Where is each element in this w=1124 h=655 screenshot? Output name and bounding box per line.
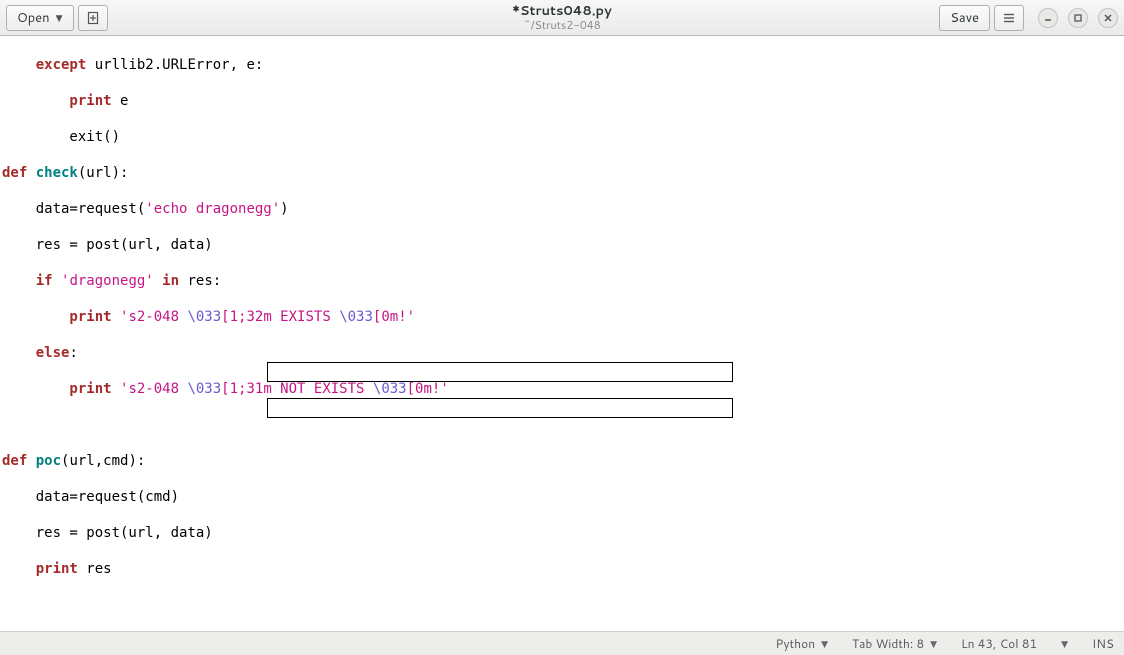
tab-width-label: Tab Width: 8 xyxy=(852,635,924,652)
line-col-menu[interactable]: ▼ xyxy=(1061,637,1068,650)
chevron-down-icon: ▼ xyxy=(1061,637,1068,650)
close-button[interactable] xyxy=(1098,8,1118,28)
window-subtitle: ~/Struts2-048 xyxy=(512,19,612,31)
minimize-icon xyxy=(1043,13,1053,23)
save-button[interactable]: Save xyxy=(939,5,990,31)
cursor-position-label: Ln 43, Col 81 xyxy=(961,635,1037,652)
chevron-down-icon: ▼ xyxy=(56,11,63,24)
maximize-icon xyxy=(1073,13,1083,23)
maximize-button[interactable] xyxy=(1068,8,1088,28)
chevron-down-icon: ▼ xyxy=(930,637,937,650)
save-button-label: Save xyxy=(950,9,979,27)
language-label: Python xyxy=(776,635,816,652)
close-icon xyxy=(1103,13,1113,23)
language-selector[interactable]: Python ▼ xyxy=(776,635,828,652)
open-button[interactable]: Open ▼ xyxy=(6,5,74,31)
insert-mode[interactable]: INS xyxy=(1092,635,1114,652)
open-button-label: Open xyxy=(17,9,50,27)
new-tab-button[interactable] xyxy=(78,5,108,31)
search-highlight-2 xyxy=(267,398,733,418)
code-editor[interactable]: except except urllib2.URLError, e: urlli… xyxy=(0,36,1124,631)
new-document-icon xyxy=(86,11,100,25)
minimize-button[interactable] xyxy=(1038,8,1058,28)
search-highlight-1 xyxy=(267,362,733,382)
hamburger-menu-button[interactable] xyxy=(994,5,1024,31)
tab-width-selector[interactable]: Tab Width: 8 ▼ xyxy=(852,635,937,652)
hamburger-icon xyxy=(1002,11,1016,25)
insert-mode-label: INS xyxy=(1092,635,1114,652)
cursor-position: Ln 43, Col 81 xyxy=(961,635,1037,652)
chevron-down-icon: ▼ xyxy=(821,637,828,650)
